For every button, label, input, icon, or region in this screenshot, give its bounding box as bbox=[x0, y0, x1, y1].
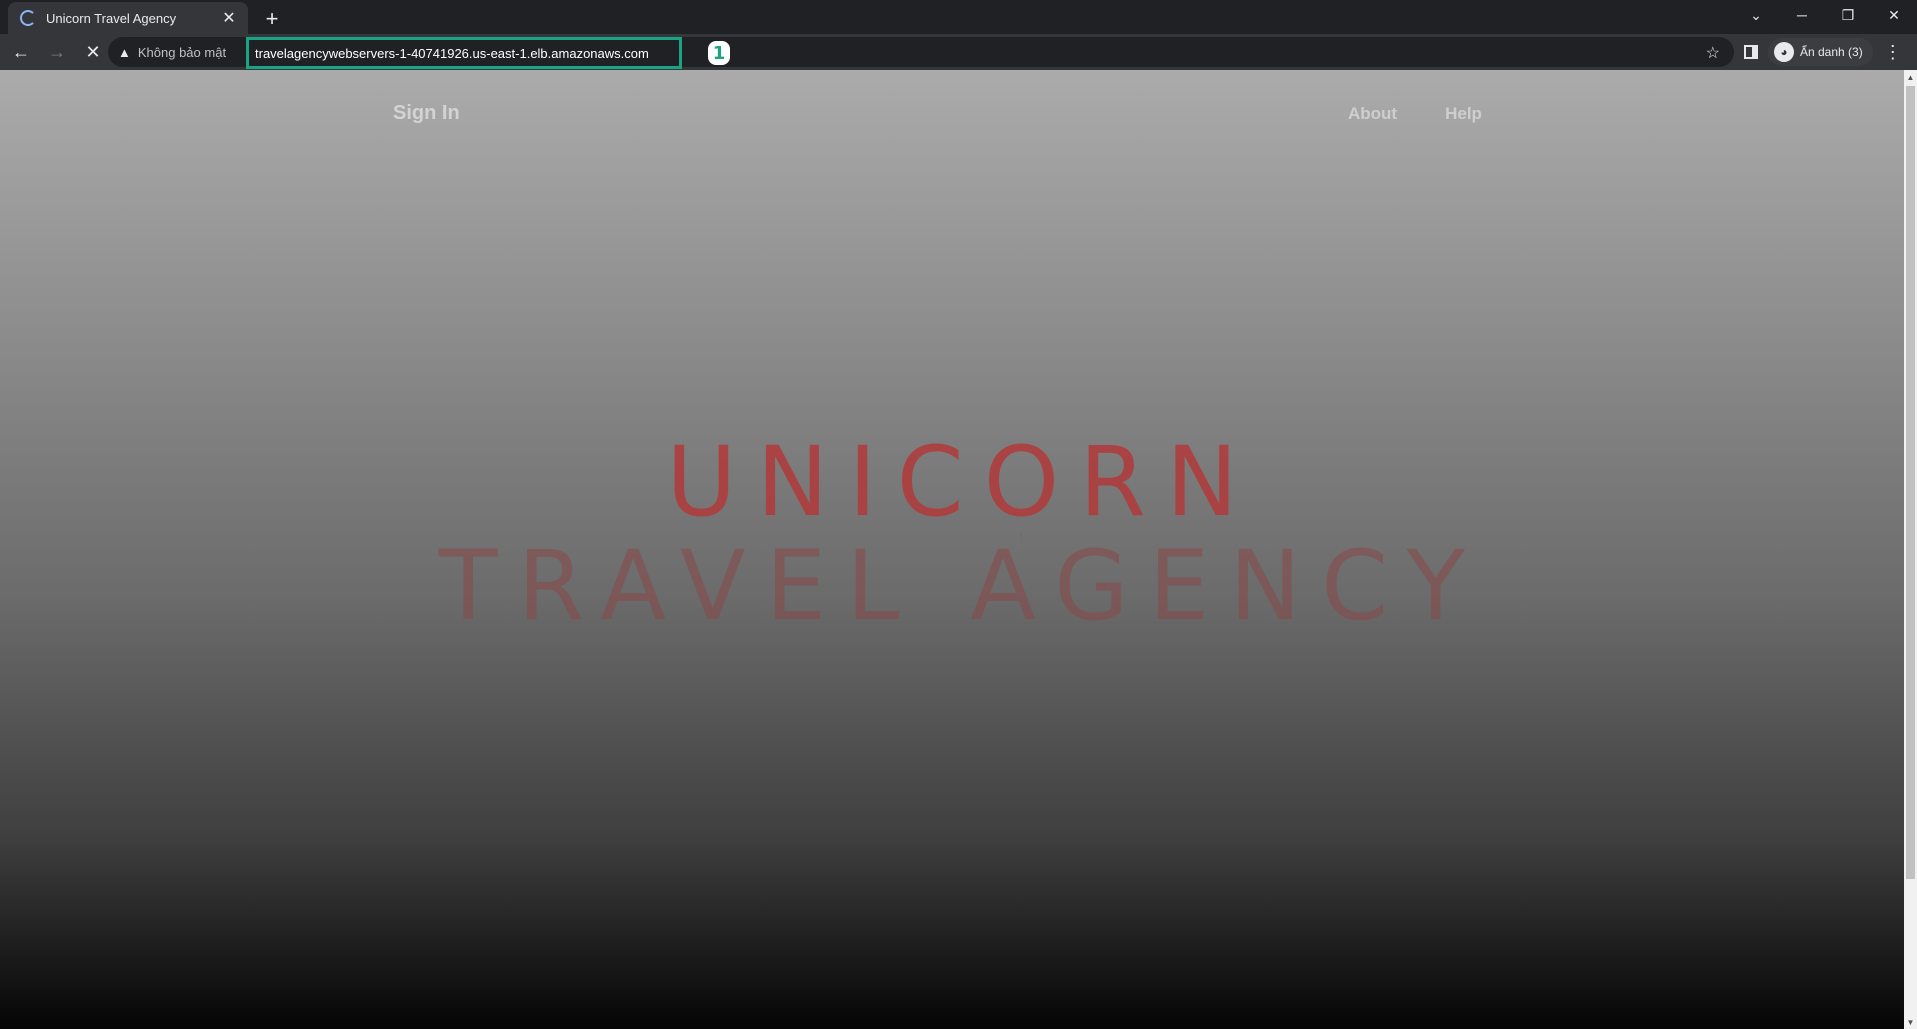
window-controls: ⌄ ─ ❐ ✕ bbox=[1733, 0, 1917, 30]
browser-toolbar: ← → ✕ ▲ Không bảo mật travelagencywebser… bbox=[0, 34, 1917, 70]
tab-title: Unicorn Travel Agency bbox=[46, 10, 177, 26]
address-bar[interactable]: ▲ Không bảo mật travelagencywebservers-1… bbox=[108, 37, 1734, 69]
browser-tab[interactable]: Unicorn Travel Agency ✕ bbox=[8, 2, 248, 34]
url-input[interactable]: travelagencywebservers-1-40741926.us-eas… bbox=[246, 37, 682, 69]
minimize-button[interactable]: ─ bbox=[1779, 0, 1825, 30]
security-label: Không bảo mật bbox=[137, 44, 227, 60]
site-nav: About Help bbox=[1348, 104, 1482, 124]
toolbar-right: ◕ Ẩn danh (3) ⋮ bbox=[1744, 34, 1905, 70]
incognito-profile-button[interactable]: ◕ Ẩn danh (3) bbox=[1768, 38, 1873, 66]
warning-icon: ▲ bbox=[118, 44, 131, 60]
about-link[interactable]: About bbox=[1348, 104, 1397, 124]
tab-strip: Unicorn Travel Agency ✕ + ⌄ ─ ❐ ✕ bbox=[0, 0, 1917, 34]
text-cursor-icon: I bbox=[1019, 528, 1023, 544]
web-page: Sign In About Help UNICORN TRAVEL AGENCY… bbox=[0, 70, 1904, 1029]
side-panel-icon[interactable] bbox=[1744, 45, 1758, 59]
new-tab-button[interactable]: + bbox=[258, 5, 286, 33]
scroll-down-arrow-icon[interactable]: ▼ bbox=[1904, 1015, 1917, 1029]
hero-line-unicorn: UNICORN bbox=[666, 426, 1258, 538]
help-link[interactable]: Help bbox=[1445, 104, 1482, 124]
loading-spinner-icon bbox=[20, 10, 36, 26]
bookmark-star-icon[interactable]: ☆ bbox=[1706, 43, 1720, 63]
hero-heading: UNICORN TRAVEL AGENCY bbox=[0, 430, 1904, 638]
close-window-button[interactable]: ✕ bbox=[1871, 0, 1917, 30]
scrollbar-thumb[interactable] bbox=[1906, 86, 1915, 879]
stop-loading-button[interactable]: ✕ bbox=[78, 37, 108, 67]
incognito-icon: ◕ bbox=[1774, 42, 1794, 62]
page-scrollbar[interactable]: ▲ ▼ bbox=[1904, 70, 1917, 1029]
sign-in-link[interactable]: Sign In bbox=[393, 102, 460, 125]
close-tab-icon[interactable]: ✕ bbox=[220, 9, 238, 27]
hero-line-travel-agency: TRAVEL AGENCY bbox=[438, 530, 1486, 642]
restore-button[interactable]: ❐ bbox=[1825, 0, 1871, 30]
tab-search-button[interactable]: ⌄ bbox=[1733, 0, 1779, 30]
back-button[interactable]: ← bbox=[6, 37, 36, 67]
page-viewport: Sign In About Help UNICORN TRAVEL AGENCY… bbox=[0, 70, 1917, 1029]
scroll-up-arrow-icon[interactable]: ▲ bbox=[1904, 70, 1917, 84]
forward-button[interactable]: → bbox=[42, 37, 72, 67]
browser-menu-button[interactable]: ⋮ bbox=[1881, 38, 1905, 66]
site-security-chip[interactable]: ▲ Không bảo mật bbox=[108, 45, 226, 60]
profile-label: Ẩn danh (3) bbox=[1800, 45, 1863, 59]
annotation-marker: 1 bbox=[708, 41, 730, 65]
